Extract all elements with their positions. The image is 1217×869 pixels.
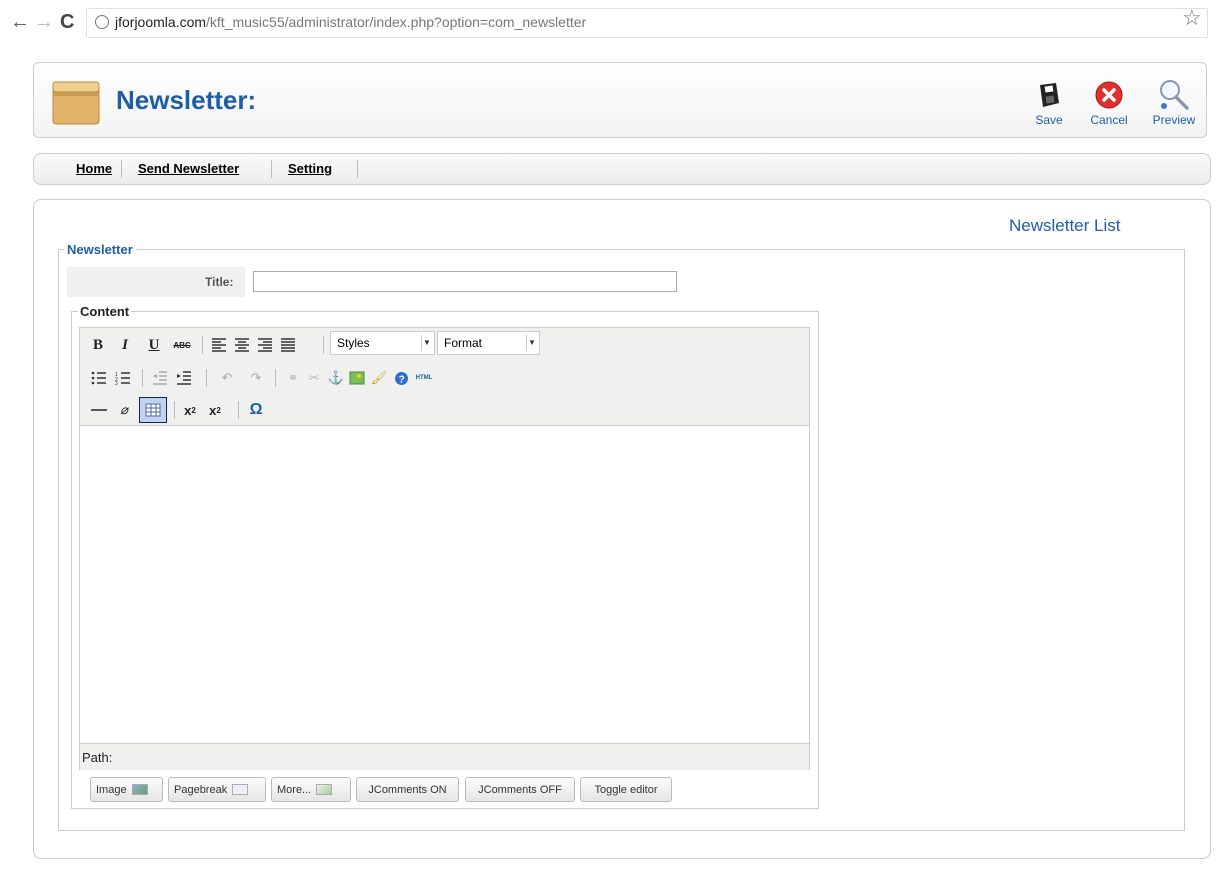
toggle-editor-button[interactable]: Toggle editor — [580, 777, 672, 802]
toolbar-separator — [238, 401, 239, 419]
header-panel: Newsletter: Save Cancel Preview — [33, 62, 1207, 138]
title-label: Title: — [205, 275, 234, 289]
cancel-x-icon — [1081, 77, 1137, 113]
indent-icon[interactable] — [175, 368, 193, 388]
forward-arrow-icon[interactable]: → — [34, 12, 54, 32]
insert-image-button[interactable]: Image — [90, 777, 163, 802]
submenu-divider — [121, 160, 122, 178]
underline-icon[interactable]: U — [146, 335, 162, 355]
chevron-down-icon: ▼ — [421, 335, 432, 351]
more-button-label: More... — [277, 783, 312, 796]
superscript-icon[interactable]: x2 — [206, 400, 224, 420]
insert-image-icon[interactable] — [348, 368, 366, 388]
url-host: jforjoomla.com — [115, 14, 207, 30]
back-arrow-icon[interactable]: ← — [10, 12, 30, 32]
submenu-divider — [271, 160, 272, 178]
address-bar[interactable]: jforjoomla.com/kft_music55/administrator… — [86, 8, 1208, 38]
toolbar-separator — [174, 401, 175, 419]
svg-text:3: 3 — [115, 381, 118, 385]
horizontal-rule-icon[interactable] — [89, 400, 109, 420]
submenu-item-send-newsletter[interactable]: Send Newsletter — [138, 161, 239, 176]
url-text: jforjoomla.com/kft_music55/administrator… — [115, 14, 586, 30]
chevron-down-icon: ▼ — [526, 335, 537, 351]
jcomments-on-button[interactable]: JComments ON — [356, 777, 459, 802]
italic-icon[interactable]: I — [117, 335, 133, 355]
path-label: Path: — [82, 750, 113, 765]
image-button-label: Image — [96, 783, 127, 796]
cancel-button[interactable]: Cancel — [1081, 77, 1137, 127]
unlink-icon[interactable]: ✂ — [305, 368, 323, 388]
redo-icon[interactable]: ↷ — [247, 368, 265, 388]
svg-text:?: ? — [398, 374, 404, 385]
globe-icon — [95, 15, 109, 29]
align-center-icon[interactable] — [233, 335, 251, 355]
title-input[interactable] — [253, 271, 677, 292]
special-character-omega-icon[interactable]: Ω — [246, 400, 266, 420]
submenu-item-home[interactable]: Home — [76, 161, 112, 176]
link-icon[interactable]: ⚭ — [284, 368, 302, 388]
align-right-icon[interactable] — [256, 335, 274, 355]
visual-aid-table-icon[interactable] — [139, 397, 167, 423]
format-select-value: Format — [444, 336, 483, 350]
bookmark-star-icon[interactable]: ☆ — [1182, 7, 1202, 29]
jcomments-off-button[interactable]: JComments OFF — [465, 777, 575, 802]
subscript-icon[interactable]: x2 — [181, 400, 199, 420]
editor-content-area[interactable] — [80, 426, 809, 742]
pagebreak-icon — [232, 784, 249, 795]
submenu-divider — [357, 160, 358, 178]
styles-select-value: Styles — [337, 336, 370, 350]
submenu-bar: Home Send Newsletter Setting — [33, 153, 1211, 185]
pagebreak-button-label: Pagebreak — [174, 783, 228, 796]
toolbar-separator — [202, 336, 203, 354]
package-box-icon — [52, 81, 100, 125]
remove-format-eraser-icon[interactable]: ⌀ — [115, 400, 133, 420]
anchor-icon[interactable]: ⚓ — [327, 368, 345, 388]
url-path: /kft_music55/administrator/index.php?opt… — [206, 14, 587, 30]
content-legend: Content — [78, 304, 132, 319]
newsletter-legend: Newsletter — [64, 242, 136, 257]
editor-path-bar — [80, 743, 809, 770]
read-more-button[interactable]: More... — [271, 777, 351, 802]
cancel-label: Cancel — [1090, 113, 1128, 127]
undo-icon[interactable]: ↶ — [218, 368, 236, 388]
pagebreak-button[interactable]: Pagebreak — [168, 777, 266, 802]
cleanup-brush-icon[interactable]: 🖌 — [370, 368, 388, 388]
align-left-icon[interactable] — [210, 335, 228, 355]
newsletter-list-link[interactable]: Newsletter List — [1009, 216, 1120, 236]
jcomments-off-label: JComments OFF — [478, 783, 562, 796]
toggle-editor-label: Toggle editor — [594, 783, 658, 796]
page-title: Newsletter: — [116, 85, 257, 115]
submenu-item-setting[interactable]: Setting — [288, 161, 332, 176]
html-source-icon[interactable]: HTML — [412, 368, 436, 388]
outdent-icon[interactable] — [151, 368, 169, 388]
bullet-list-icon[interactable] — [90, 368, 108, 388]
save-button[interactable]: Save — [1021, 77, 1077, 127]
floppy-disk-icon — [1021, 77, 1077, 113]
preview-button[interactable]: Preview — [1146, 77, 1202, 127]
styles-select[interactable]: Styles ▼ — [330, 331, 435, 355]
read-more-icon — [316, 784, 333, 795]
format-select[interactable]: Format ▼ — [437, 331, 540, 355]
toolbar-separator — [275, 369, 276, 387]
jcomments-on-label: JComments ON — [368, 783, 447, 796]
image-icon — [131, 784, 148, 795]
toolbar-separator — [142, 369, 143, 387]
magnifier-icon — [1146, 77, 1202, 113]
bold-icon[interactable]: B — [90, 335, 106, 355]
preview-label: Preview — [1152, 113, 1196, 127]
save-label: Save — [1035, 113, 1063, 127]
strikethrough-icon[interactable]: ABC — [171, 335, 193, 355]
toolbar-separator — [323, 336, 324, 354]
reload-icon[interactable]: C — [60, 12, 74, 32]
toolbar-separator — [206, 369, 207, 387]
align-justify-icon[interactable] — [279, 335, 297, 355]
numbered-list-icon[interactable]: 123 — [114, 368, 132, 388]
help-icon[interactable]: ? — [392, 368, 410, 388]
browser-toolbar: ← → C jforjoomla.com/kft_music55/adminis… — [0, 0, 1217, 48]
